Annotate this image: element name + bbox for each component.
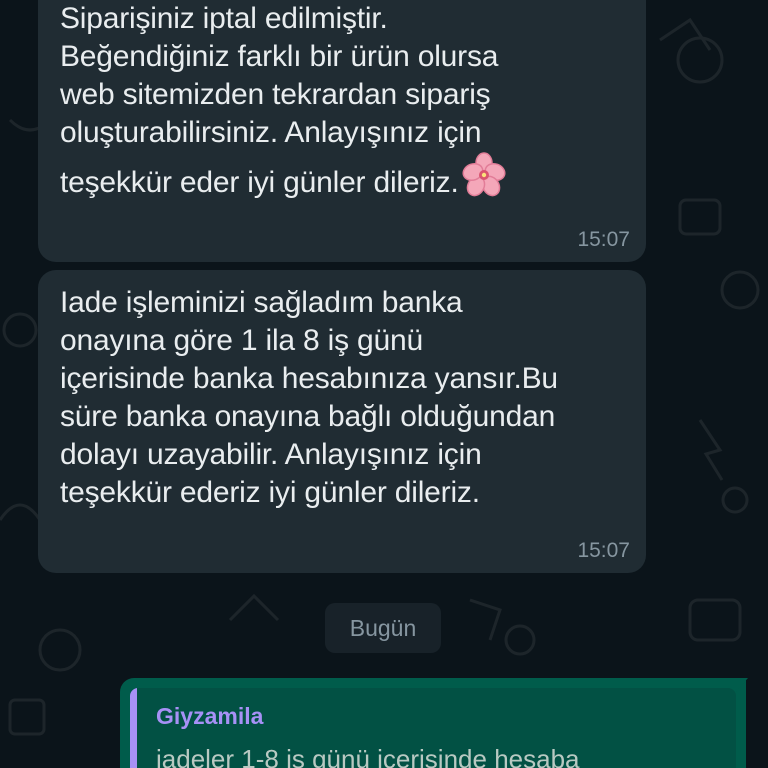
- cherry-blossom-icon: [461, 152, 507, 208]
- quote-author: Giyzamila: [156, 703, 264, 729]
- quote-accent-bar: [130, 688, 137, 768]
- chat-area[interactable]: Siparişiniz iptal edilmiştir. Beğendiğin…: [0, 0, 768, 768]
- outgoing-bubble-tail: [734, 678, 748, 694]
- quoted-reply[interactable]: Giyzamila iadeler 1-8 iş günü içerisinde…: [130, 688, 736, 768]
- incoming-message[interactable]: Siparişiniz iptal edilmiştir. Beğendiğin…: [38, 0, 646, 262]
- message-time: 15:07: [577, 539, 630, 562]
- message-text: Iade işleminizi sağladım banka onayına g…: [60, 286, 558, 509]
- incoming-message[interactable]: Iade işleminizi sağladım banka onayına g…: [38, 270, 646, 573]
- message-text: Siparişiniz iptal edilmiştir. Beğendiğin…: [60, 0, 626, 208]
- date-divider: Bugün: [325, 603, 441, 653]
- message-time: 15:07: [577, 228, 630, 251]
- quote-text: iadeler 1-8 iş günü içerisinde hesaba: [156, 744, 580, 768]
